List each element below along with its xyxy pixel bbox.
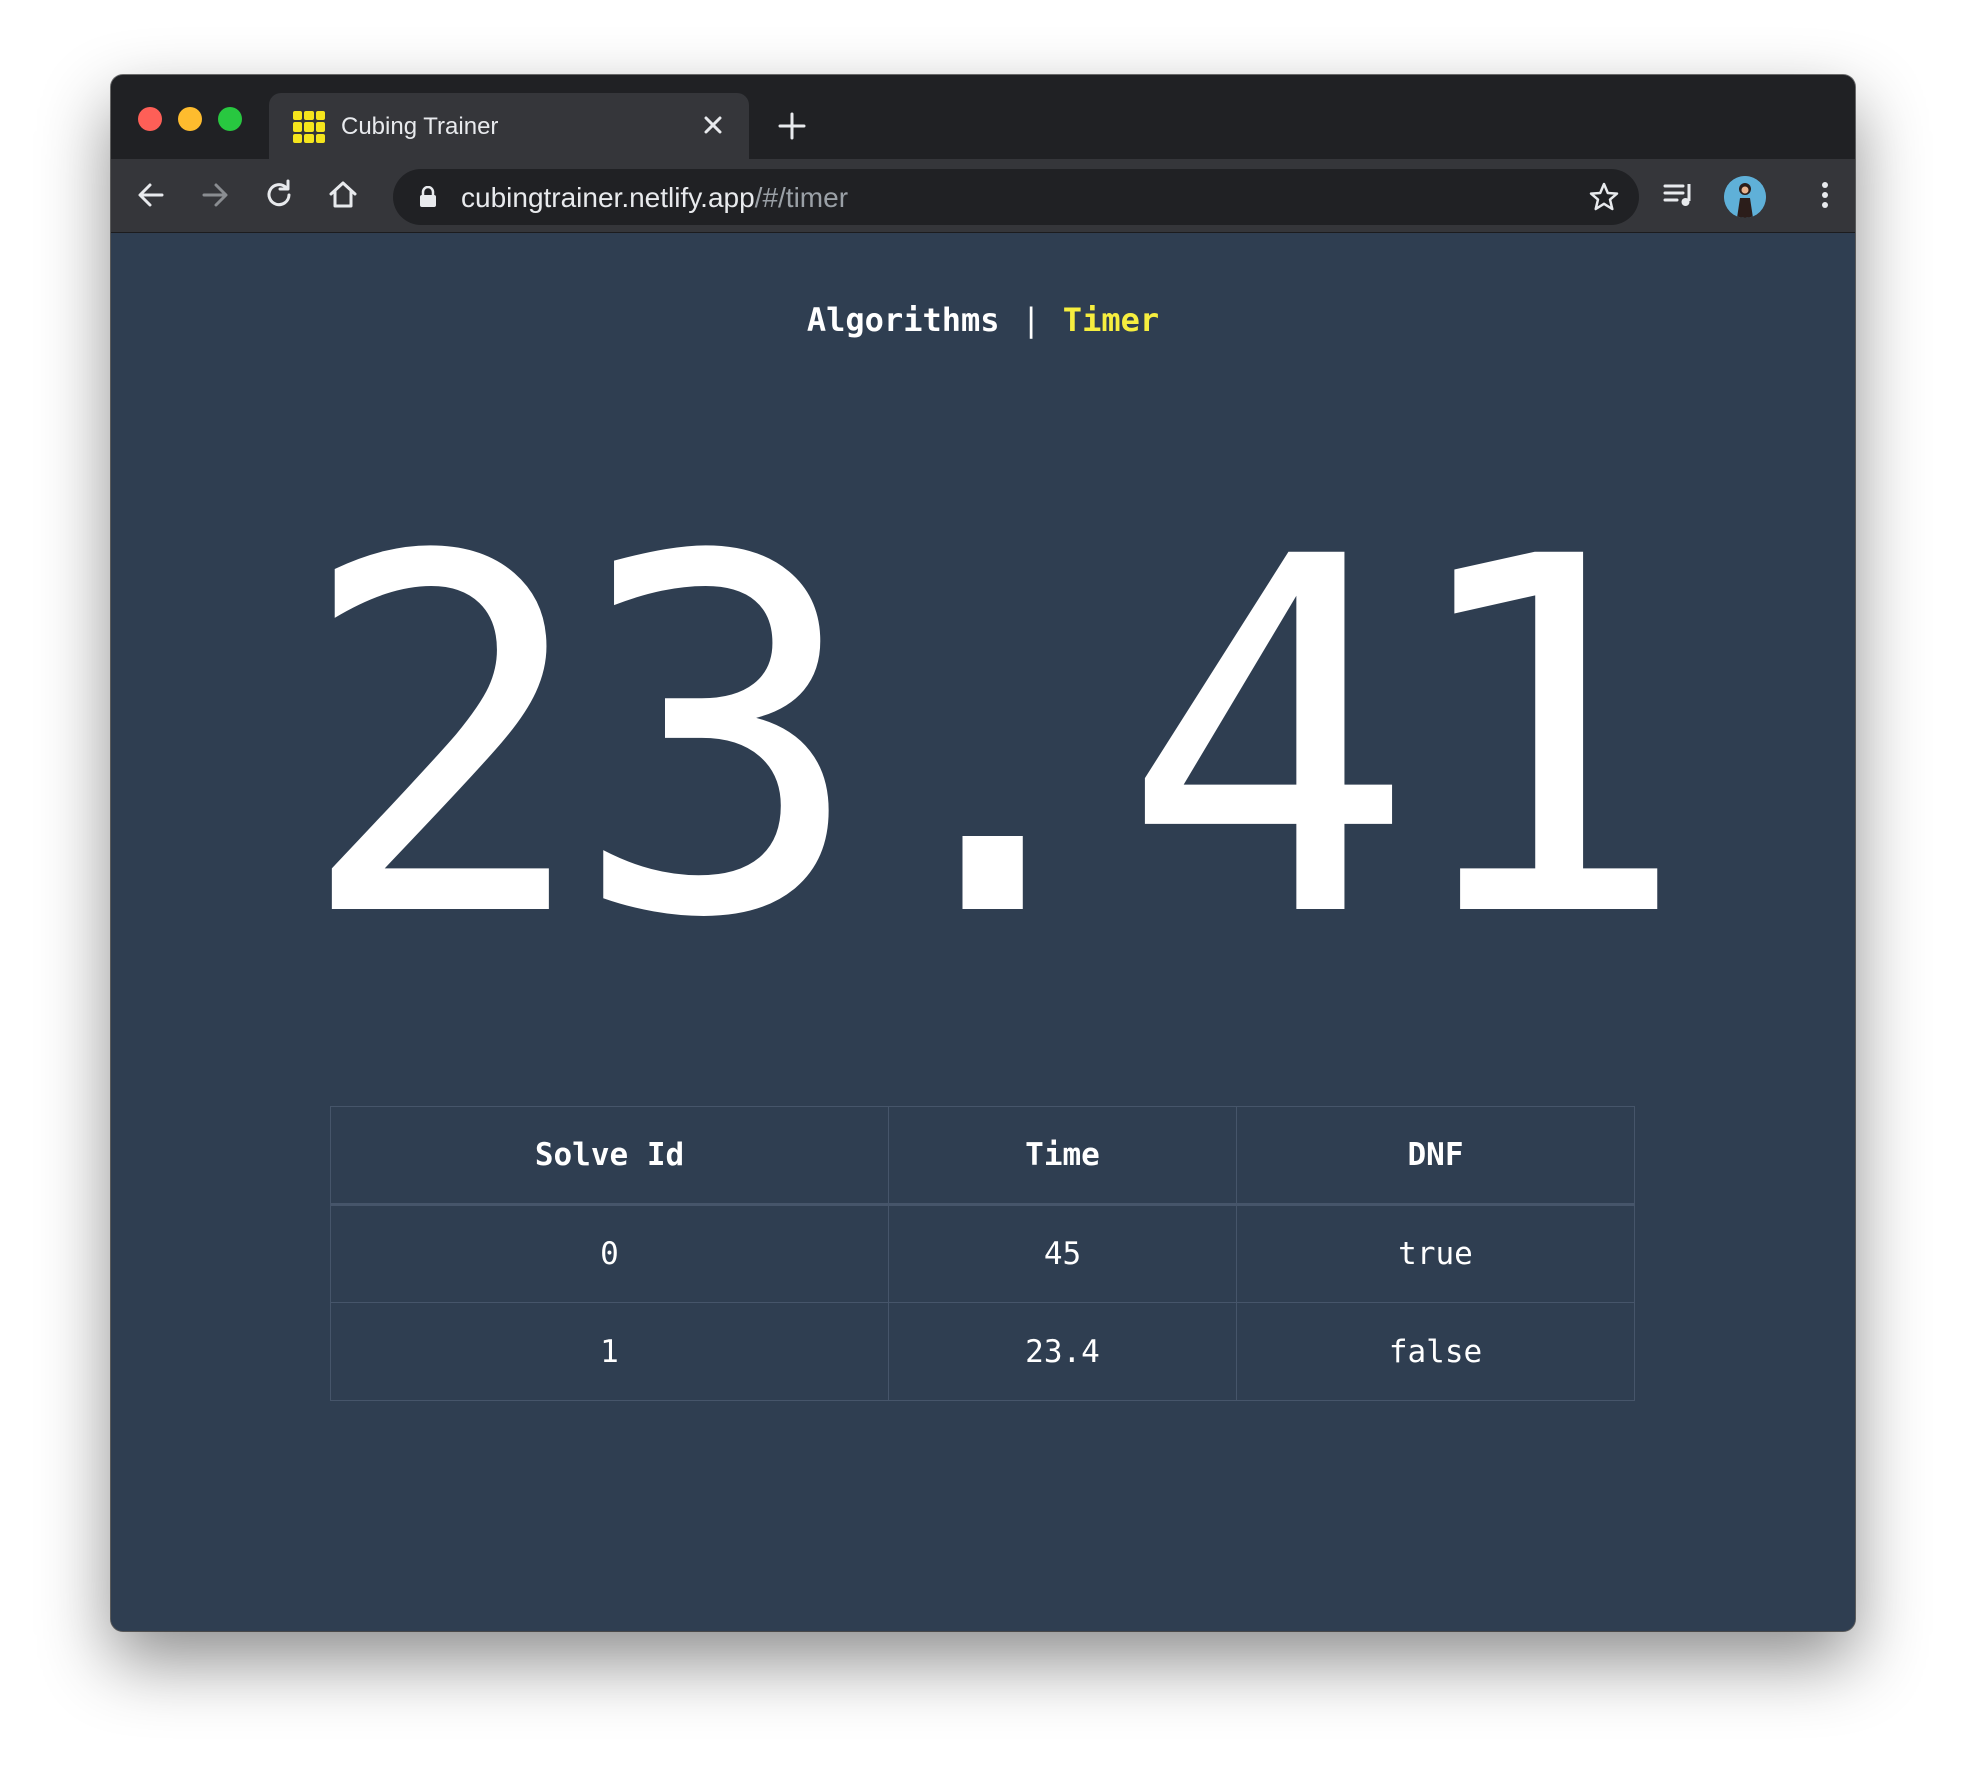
tab-title: Cubing Trainer — [341, 113, 499, 140]
close-window-button[interactable] — [138, 107, 162, 131]
cell-dnf: true — [1236, 1204, 1635, 1303]
minimize-window-button[interactable] — [178, 107, 202, 131]
nav-separator: | — [1021, 301, 1041, 339]
timer-display[interactable]: 23.41 — [111, 495, 1855, 985]
nav-link-algorithms[interactable]: Algorithms — [807, 301, 1000, 339]
url-path: /#/timer — [754, 182, 849, 213]
user-avatar-icon — [1724, 176, 1766, 218]
home-icon[interactable] — [325, 177, 361, 213]
kebab-menu-icon[interactable] — [1807, 177, 1843, 213]
back-arrow-icon[interactable] — [133, 177, 169, 213]
lock-icon — [420, 186, 436, 207]
cell-dnf: false — [1236, 1302, 1635, 1401]
column-header-dnf: DNF — [1236, 1106, 1635, 1206]
nav-link-timer[interactable]: Timer — [1063, 301, 1159, 339]
new-tab-plus-icon[interactable] — [775, 109, 809, 143]
browser-window: Cubing Trainer cubingtrainer.netlify.app… — [111, 75, 1855, 1631]
cell-solve-id: 1 — [330, 1302, 889, 1401]
column-header-solve-id: Solve Id — [330, 1106, 889, 1206]
table-header-row: Solve Id Time DNF — [330, 1106, 1635, 1206]
close-icon[interactable] — [697, 109, 729, 141]
bookmark-star-icon[interactable] — [1587, 180, 1621, 214]
url-host: cubingtrainer.netlify.app — [461, 182, 755, 213]
reload-icon[interactable] — [261, 177, 297, 213]
table-row: 1 23.4 false — [330, 1302, 1635, 1401]
column-header-time: Time — [888, 1106, 1237, 1206]
cell-time: 45 — [888, 1204, 1237, 1303]
page-content: Algorithms | Timer 23.41 Solve Id Time DNF… — [111, 233, 1855, 1631]
profile-avatar[interactable] — [1724, 176, 1766, 218]
main-nav: Algorithms | Timer — [111, 301, 1855, 339]
tab-strip: Cubing Trainer — [111, 75, 1855, 159]
solves-table: Solve Id Time DNF 0 45 true 1 23.4 false — [330, 1106, 1635, 1401]
address-bar[interactable]: cubingtrainer.netlify.app/#/timer — [393, 169, 1639, 225]
url-text: cubingtrainer.netlify.app/#/timer — [461, 182, 848, 214]
table-row: 0 45 true — [330, 1204, 1635, 1303]
cell-time: 23.4 — [888, 1302, 1237, 1401]
media-queue-icon[interactable] — [1661, 177, 1697, 213]
maximize-window-button[interactable] — [218, 107, 242, 131]
forward-arrow-icon[interactable] — [197, 177, 233, 213]
browser-toolbar: cubingtrainer.netlify.app/#/timer — [111, 159, 1855, 233]
cube-grid-icon — [293, 111, 325, 143]
cell-solve-id: 0 — [330, 1204, 889, 1303]
tab-cubing-trainer[interactable]: Cubing Trainer — [269, 93, 749, 159]
